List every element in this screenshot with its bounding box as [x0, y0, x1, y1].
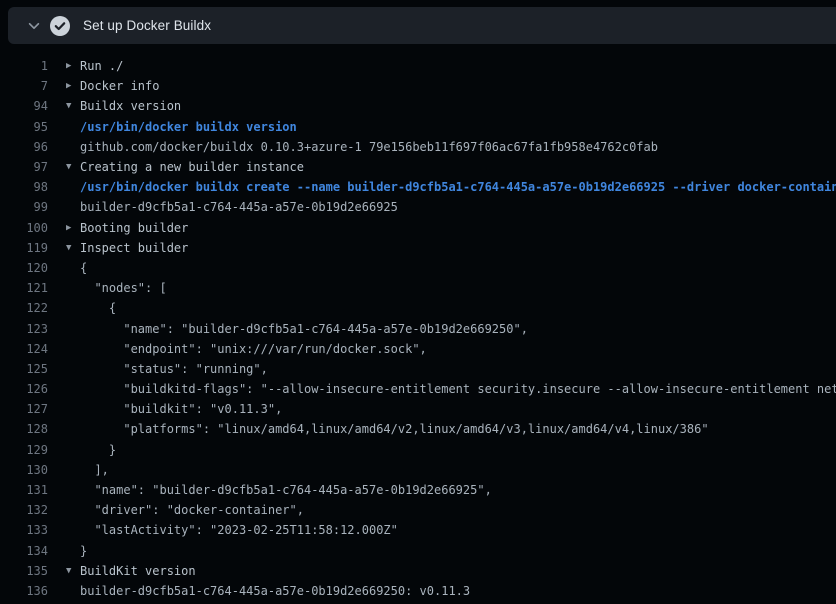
line-number[interactable]: 124	[0, 342, 48, 356]
line-number[interactable]: 126	[0, 382, 48, 396]
log-group-line[interactable]: 97 ▼Creating a new builder instance	[0, 157, 836, 177]
line-number[interactable]: 133	[0, 523, 48, 537]
output-text: }	[80, 544, 87, 558]
log-line: 120 {	[0, 258, 836, 278]
line-number[interactable]: 125	[0, 362, 48, 376]
log-line: 133 "lastActivity": "2023-02-25T11:58:12…	[0, 520, 836, 540]
output-text: "platforms": "linux/amd64,linux/amd64/v2…	[80, 422, 709, 436]
command-text: /usr/bin/docker buildx version	[80, 120, 297, 134]
line-number[interactable]: 1	[0, 59, 48, 73]
output-text: "endpoint": "unix:///var/run/docker.sock…	[80, 342, 427, 356]
line-number[interactable]: 130	[0, 463, 48, 477]
log-output: 1▶Run ./7▶Docker info94▼Buildx version95…	[0, 44, 836, 604]
output-text: {	[80, 261, 87, 275]
log-line: 129 }	[0, 440, 836, 460]
step-header[interactable]: Set up Docker Buildx	[8, 7, 836, 44]
group-collapsed-icon[interactable]: ▶	[66, 223, 80, 233]
line-number[interactable]: 95	[0, 120, 48, 134]
line-number[interactable]: 134	[0, 544, 48, 558]
line-number[interactable]: 96	[0, 140, 48, 154]
output-text: "driver": "docker-container",	[80, 503, 304, 517]
log-line: 127 "buildkit": "v0.11.3",	[0, 399, 836, 419]
output-text: "lastActivity": "2023-02-25T11:58:12.000…	[80, 523, 398, 537]
command-text: /usr/bin/docker buildx create --name bui…	[80, 180, 836, 194]
line-number[interactable]: 132	[0, 503, 48, 517]
log-line: 131 "name": "builder-d9cfb5a1-c764-445a-…	[0, 480, 836, 500]
group-expanded-icon[interactable]: ▼	[66, 162, 80, 172]
line-number[interactable]: 131	[0, 483, 48, 497]
line-number[interactable]: 99	[0, 200, 48, 214]
line-number[interactable]: 136	[0, 584, 48, 598]
log-line: 95/usr/bin/docker buildx version	[0, 117, 836, 137]
chevron-down-icon[interactable]	[26, 18, 42, 34]
group-title: Inspect builder	[80, 241, 188, 255]
log-line: 125 "status": "running",	[0, 359, 836, 379]
line-number[interactable]: 123	[0, 322, 48, 336]
log-line: 134}	[0, 541, 836, 561]
output-text: {	[80, 301, 116, 315]
group-expanded-icon[interactable]: ▼	[66, 566, 80, 576]
log-line: 122 {	[0, 298, 836, 318]
line-number[interactable]: 120	[0, 261, 48, 275]
group-title: Booting builder	[80, 221, 188, 235]
log-line: 121 "nodes": [	[0, 278, 836, 298]
log-line: 96 github.com/docker/buildx 0.10.3+azure-…	[0, 137, 836, 157]
line-number[interactable]: 128	[0, 422, 48, 436]
log-group-line[interactable]: 7 ▶Docker info	[0, 76, 836, 96]
log-group-line[interactable]: 135 ▼BuildKit version	[0, 561, 836, 581]
line-number[interactable]: 7	[0, 79, 48, 93]
group-title: Creating a new builder instance	[80, 160, 304, 174]
log-line: 126 "buildkitd-flags": "--allow-insecure…	[0, 379, 836, 399]
line-number[interactable]: 100	[0, 221, 48, 235]
output-text: "name": "builder-d9cfb5a1-c764-445a-a57e…	[80, 483, 492, 497]
output-text: builder-d9cfb5a1-c764-445a-a57e-0b19d2e6…	[80, 584, 470, 598]
group-collapsed-icon[interactable]: ▶	[66, 61, 80, 71]
output-text: "nodes": [	[80, 281, 167, 295]
log-group-line[interactable]: 100 ▶Booting builder	[0, 218, 836, 238]
log-line: 128 "platforms": "linux/amd64,linux/amd6…	[0, 419, 836, 439]
log-group-line[interactable]: 1 ▶Run ./	[0, 56, 836, 76]
line-number[interactable]: 119	[0, 241, 48, 255]
group-title: Docker info	[80, 79, 159, 93]
line-number[interactable]: 97	[0, 160, 48, 174]
log-line: 99 builder-d9cfb5a1-c764-445a-a57e-0b19d2…	[0, 197, 836, 217]
log-line: 98/usr/bin/docker buildx create --name b…	[0, 177, 836, 197]
output-text: github.com/docker/buildx 0.10.3+azure-1 …	[80, 140, 658, 154]
log-group-line[interactable]: 94 ▼Buildx version	[0, 96, 836, 116]
output-text: }	[80, 443, 116, 457]
group-title: Run ./	[80, 59, 123, 73]
group-expanded-icon[interactable]: ▼	[66, 243, 80, 253]
log-line: 132 "driver": "docker-container",	[0, 500, 836, 520]
output-text: builder-d9cfb5a1-c764-445a-a57e-0b19d2e6…	[80, 200, 398, 214]
group-expanded-icon[interactable]: ▼	[66, 101, 80, 111]
log-line: 136 builder-d9cfb5a1-c764-445a-a57e-0b19d…	[0, 581, 836, 601]
line-number[interactable]: 94	[0, 99, 48, 113]
output-text: "buildkitd-flags": "--allow-insecure-ent…	[80, 382, 836, 396]
output-text: "buildkit": "v0.11.3",	[80, 402, 282, 416]
output-text: "status": "running",	[80, 362, 268, 376]
log-line: 130 ],	[0, 460, 836, 480]
step-title: Set up Docker Buildx	[83, 18, 211, 33]
line-number[interactable]: 122	[0, 301, 48, 315]
log-group-line[interactable]: 119 ▼Inspect builder	[0, 238, 836, 258]
line-number[interactable]: 127	[0, 402, 48, 416]
output-text: ],	[80, 463, 109, 477]
line-number[interactable]: 98	[0, 180, 48, 194]
group-collapsed-icon[interactable]: ▶	[66, 81, 80, 91]
line-number[interactable]: 129	[0, 443, 48, 457]
line-number[interactable]: 121	[0, 281, 48, 295]
group-title: BuildKit version	[80, 564, 196, 578]
log-line: 124 "endpoint": "unix:///var/run/docker.…	[0, 339, 836, 359]
log-line: 123 "name": "builder-d9cfb5a1-c764-445a-…	[0, 318, 836, 338]
check-circle-icon	[50, 16, 70, 36]
group-title: Buildx version	[80, 99, 181, 113]
line-number[interactable]: 135	[0, 564, 48, 578]
output-text: "name": "builder-d9cfb5a1-c764-445a-a57e…	[80, 322, 528, 336]
